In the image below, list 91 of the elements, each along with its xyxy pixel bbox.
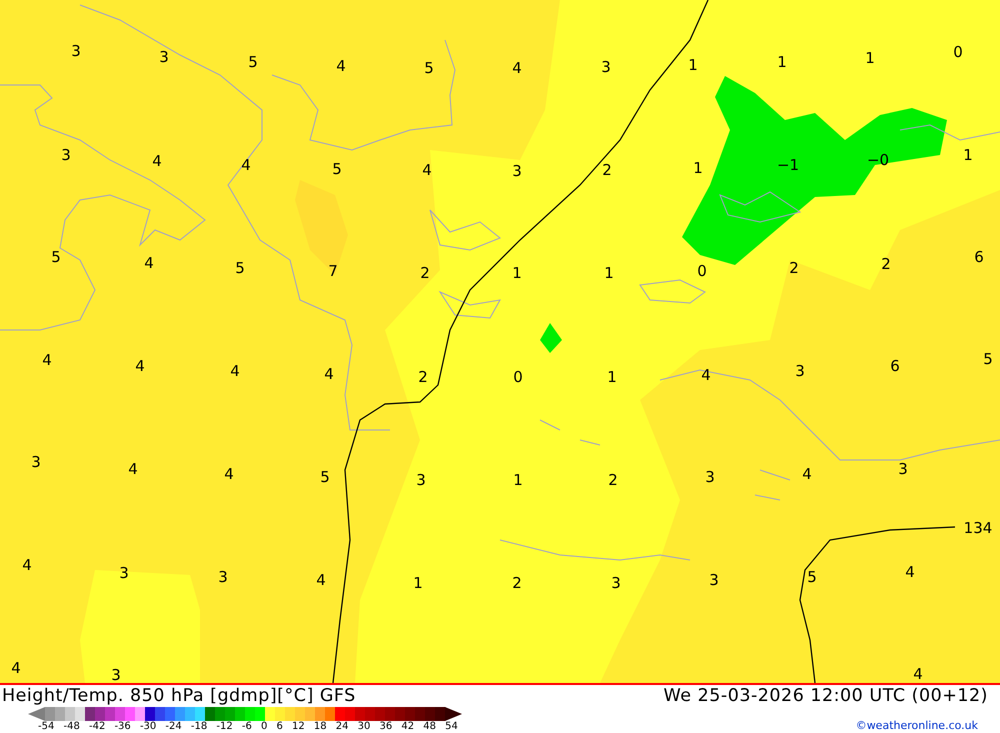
temperature-label: 1 xyxy=(688,56,698,74)
temperature-label: 2 xyxy=(881,255,891,273)
temperature-label: 4 xyxy=(42,351,52,369)
scale-tick: 18 xyxy=(314,721,327,732)
scale-tick: 12 xyxy=(292,721,305,732)
temperature-label: 4 xyxy=(913,665,923,683)
temperature-label: 3 xyxy=(31,453,41,471)
temperature-label: 3 xyxy=(709,571,719,589)
temperature-label: 3 xyxy=(898,460,908,478)
temperature-label: 4 xyxy=(152,152,162,170)
temperature-label: 5 xyxy=(332,160,342,178)
credit-link[interactable]: ©weatheronline.co.uk xyxy=(856,719,978,732)
temperature-label: 2 xyxy=(789,259,799,277)
temperature-label: −1 xyxy=(776,156,800,174)
temperature-label: 0 xyxy=(513,368,523,386)
temperature-label: 3 xyxy=(611,574,621,592)
scale-tick: -42 xyxy=(88,721,106,732)
temperature-label: 1 xyxy=(413,574,423,592)
temperature-label: 4 xyxy=(512,59,522,77)
temperature-label: 3 xyxy=(218,568,228,586)
scale-tick: 24 xyxy=(336,721,349,732)
temperature-label: 5 xyxy=(424,59,434,77)
temperature-label: 5 xyxy=(235,259,245,277)
temperature-label: 3 xyxy=(119,564,129,582)
temperature-label: 3 xyxy=(71,42,81,60)
temperature-label: 4 xyxy=(224,465,234,483)
temperature-label: 4 xyxy=(422,161,432,179)
scale-tick: -6 xyxy=(242,721,252,732)
temperature-label: 3 xyxy=(416,471,426,489)
temperature-label: 7 xyxy=(328,262,338,280)
scale-tick: 42 xyxy=(401,721,414,732)
temperature-label: 4 xyxy=(905,563,915,581)
temperature-label: 6 xyxy=(890,357,900,375)
temperature-label: 4 xyxy=(802,465,812,483)
temperature-label: 0 xyxy=(697,262,707,280)
temperature-label: 5 xyxy=(983,350,993,368)
temperature-label: 4 xyxy=(135,357,145,375)
temperature-label: 1 xyxy=(865,49,875,67)
temperature-label: 3 xyxy=(159,48,169,66)
scale-tick: 0 xyxy=(261,721,268,732)
scale-tick: -48 xyxy=(63,721,80,732)
temperature-label: 1 xyxy=(607,368,617,386)
scale-tick: 48 xyxy=(423,721,436,732)
temperature-label: 5 xyxy=(248,53,258,71)
scale-tick: -18 xyxy=(190,721,208,732)
temperature-label: 1 xyxy=(604,264,614,282)
temperature-label: 2 xyxy=(420,264,430,282)
temperature-label: 4 xyxy=(22,556,32,574)
temperature-label: 6 xyxy=(974,248,984,266)
temperature-label: 1 xyxy=(963,146,973,164)
temperature-label: 3 xyxy=(795,362,805,380)
scale-tick: -30 xyxy=(140,721,156,732)
scale-tick: 30 xyxy=(358,721,370,732)
scale-tick: -12 xyxy=(216,721,233,732)
temperature-label: 2 xyxy=(602,161,612,179)
temperature-label: 1 xyxy=(513,471,523,489)
temperature-label: 5 xyxy=(51,248,61,266)
temperature-label: 5 xyxy=(320,468,330,486)
temperature-label: 4 xyxy=(324,365,334,383)
temperature-label: 4 xyxy=(241,156,251,174)
temperature-label: 1 xyxy=(693,159,703,177)
temperature-label: 4 xyxy=(11,659,21,677)
chart-title: Height/Temp. 850 hPa [gdmp][°C] GFS xyxy=(2,685,356,707)
temperature-label: 1 xyxy=(777,53,787,71)
temperature-label: 0 xyxy=(953,43,963,61)
scale-tick: 6 xyxy=(276,721,283,732)
temperature-label: 3 xyxy=(61,146,71,164)
scale-tick: 54 xyxy=(445,721,458,732)
temperature-label: 4 xyxy=(336,57,346,75)
temperature-label: 2 xyxy=(418,368,428,386)
temperature-label: 3 xyxy=(705,468,715,486)
temperature-label: 4 xyxy=(230,362,240,380)
temperature-label: 4 xyxy=(128,460,138,478)
scale-tick: 36 xyxy=(380,721,392,732)
cold-region xyxy=(540,323,562,353)
isoline-label: 134 xyxy=(964,519,992,537)
temperature-label: −0 xyxy=(866,151,890,169)
temperature-label: 1 xyxy=(512,264,522,282)
temperature-label: 2 xyxy=(512,574,522,592)
temperature-label: 4 xyxy=(144,254,154,272)
forecast-time: We 25-03-2026 12:00 UTC (00+12) xyxy=(664,685,988,707)
scale-tick: -54 xyxy=(38,721,54,732)
temperature-label: 5 xyxy=(807,568,817,586)
temperature-label: 4 xyxy=(701,366,711,384)
temperature-label: 2 xyxy=(608,471,618,489)
scale-tick: -36 xyxy=(114,721,131,732)
scale-tick: -24 xyxy=(165,721,182,732)
temperature-label: 3 xyxy=(512,162,522,180)
temperature-label: 3 xyxy=(601,58,611,76)
temperature-label: 4 xyxy=(316,571,326,589)
temperature-label: 3 xyxy=(111,666,121,683)
